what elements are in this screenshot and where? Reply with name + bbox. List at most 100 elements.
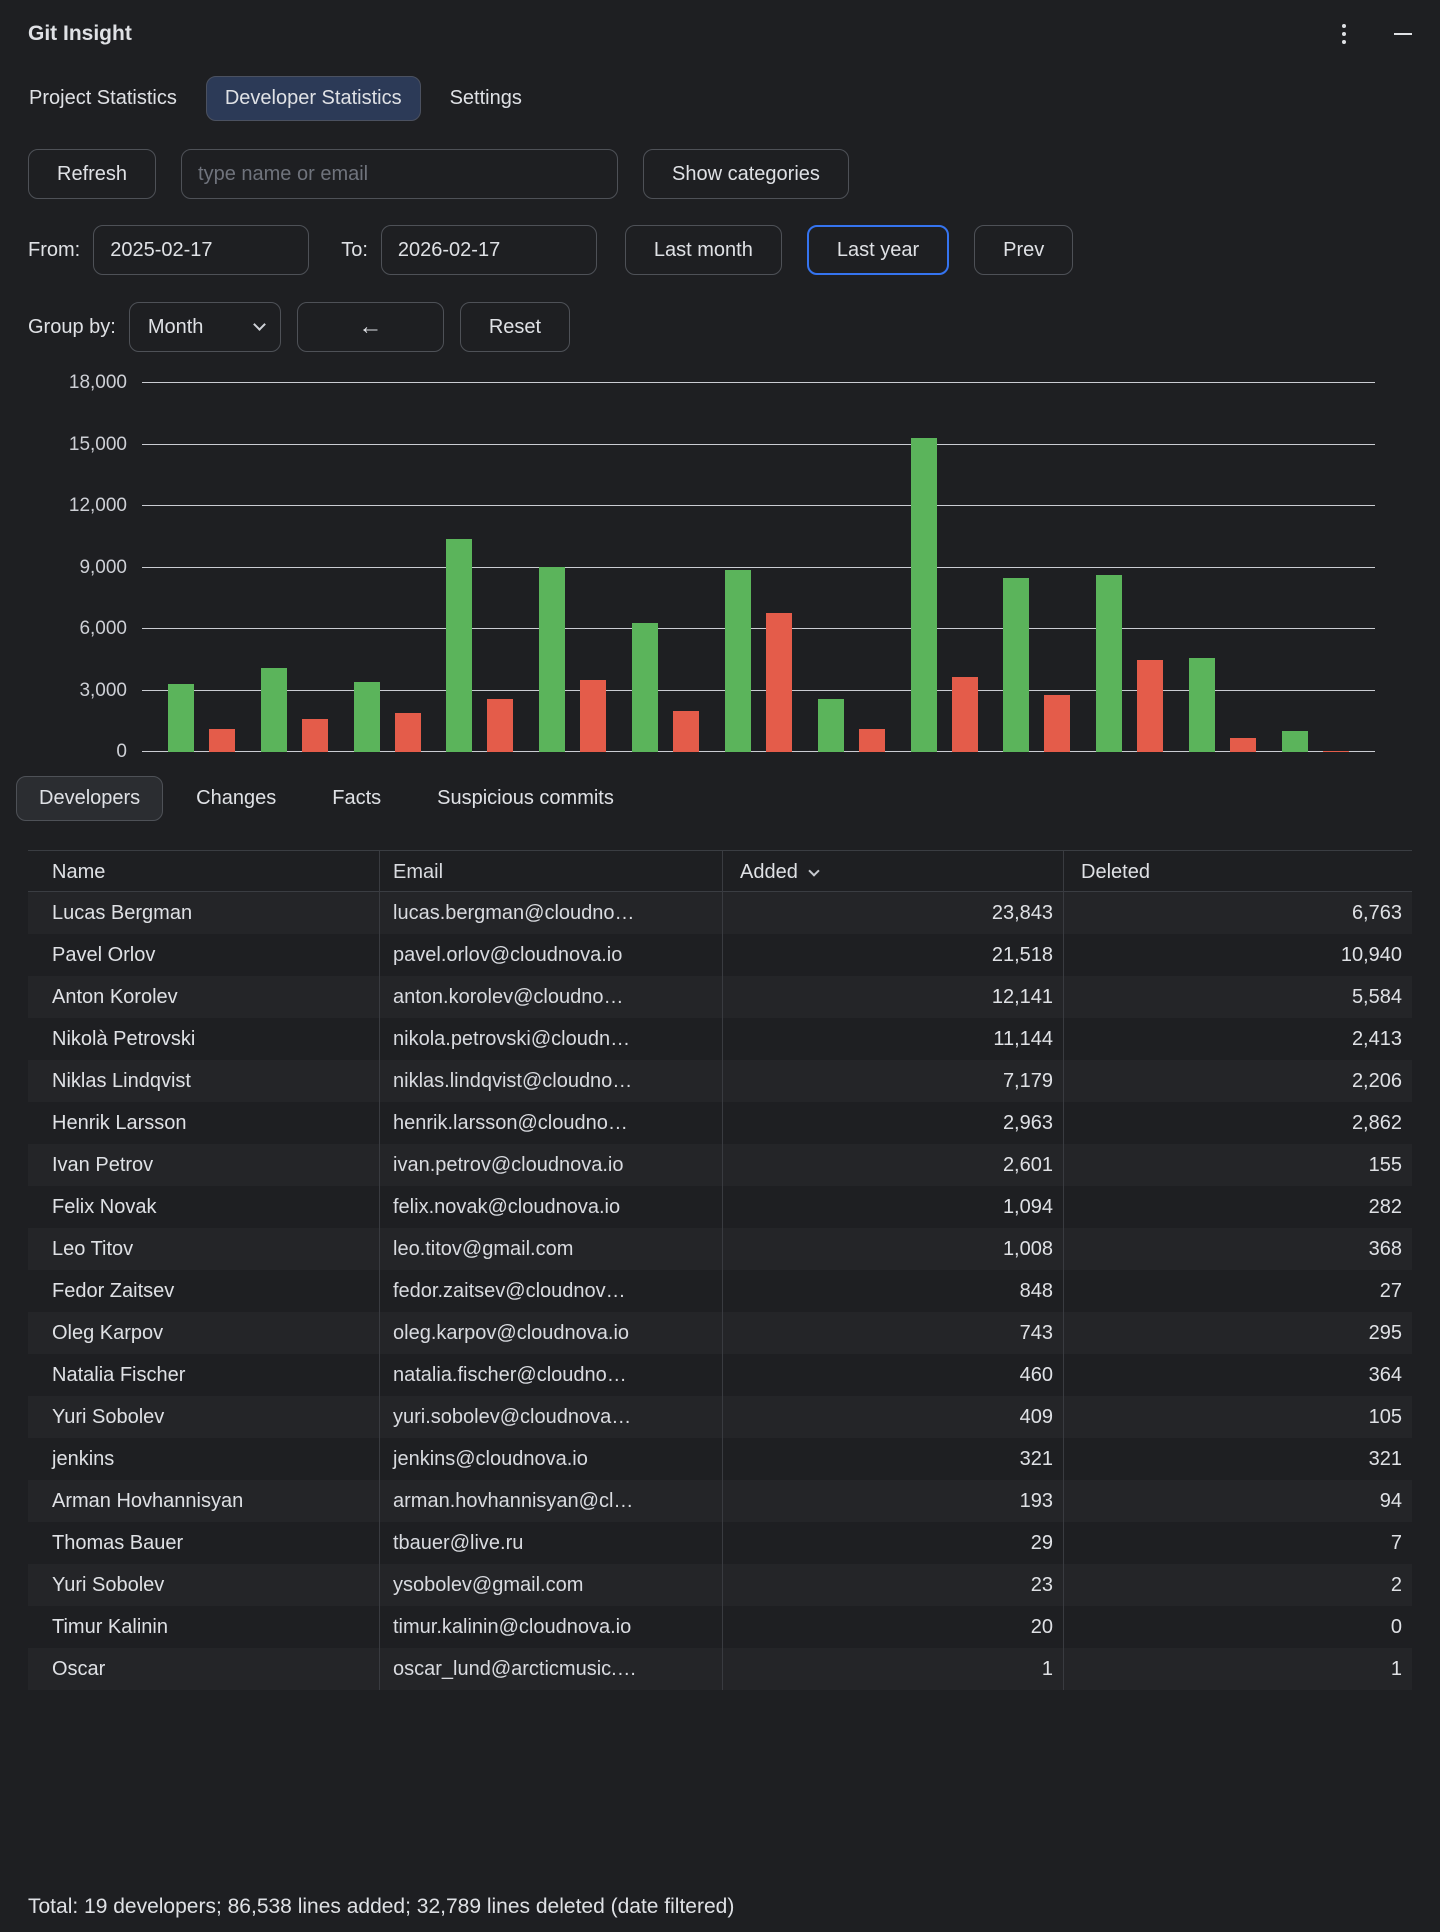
added-bar[interactable]: [1189, 658, 1216, 752]
app-window: Git Insight Project Statistics Developer …: [0, 0, 1440, 1932]
refresh-button[interactable]: Refresh: [28, 149, 157, 199]
added-bar[interactable]: [632, 623, 659, 752]
from-date-input[interactable]: [93, 225, 310, 275]
cell-name: Thomas Bauer: [28, 1522, 380, 1564]
added-bar[interactable]: [910, 438, 937, 752]
cell-name: Nikolà Petrovski: [28, 1018, 380, 1060]
bar-chart: 0 3,000 6,000 9,000 12,000 15,000 18,000: [0, 372, 1440, 762]
cell-email: yuri.sobolev@cloudnova…: [380, 1396, 723, 1438]
bar-group: [1096, 575, 1164, 752]
table-row[interactable]: Thomas Bauer tbauer@live.ru 29 7: [28, 1522, 1412, 1564]
cell-email: leo.titov@gmail.com: [380, 1228, 723, 1270]
view-tab-suspicious-commits[interactable]: Suspicious commits: [414, 776, 637, 821]
kebab-menu-icon[interactable]: [1338, 20, 1350, 48]
bar-group: [817, 699, 885, 752]
cell-deleted: 6,763: [1351, 902, 1402, 924]
table-row[interactable]: Yuri Sobolev ysobolev@gmail.com 23 2: [28, 1564, 1412, 1606]
last-year-button[interactable]: Last year: [806, 225, 950, 275]
cell-email: jenkins@cloudnova.io: [380, 1438, 723, 1480]
table-row[interactable]: Felix Novak felix.novak@cloudnova.io 1,094…: [28, 1186, 1412, 1228]
deleted-bar[interactable]: [673, 711, 700, 752]
table-row[interactable]: Yuri Sobolev yuri.sobolev@cloudnova… 409 10…: [28, 1396, 1412, 1438]
deleted-bar[interactable]: [1322, 751, 1349, 752]
column-header-deleted[interactable]: Deleted: [1064, 851, 1412, 893]
cell-name: Lucas Bergman: [28, 892, 380, 934]
tab-settings[interactable]: Settings: [431, 76, 541, 121]
last-month-button[interactable]: Last month: [624, 225, 782, 275]
added-bar[interactable]: [1281, 731, 1308, 752]
deleted-bar[interactable]: [1137, 660, 1164, 752]
table-row[interactable]: Nikolà Petrovski nikola.petrovski@cloudn……: [28, 1018, 1412, 1060]
cell-deleted: 0: [1390, 1616, 1402, 1638]
deleted-bar[interactable]: [394, 713, 421, 752]
cell-added: 23: [723, 1564, 1064, 1606]
cell-name: Ivan Petrov: [28, 1144, 380, 1186]
added-bar[interactable]: [539, 567, 566, 752]
show-categories-button[interactable]: Show categories: [643, 149, 849, 199]
added-bar[interactable]: [1096, 575, 1123, 752]
added-bar[interactable]: [817, 699, 844, 752]
table-row[interactable]: jenkins jenkins@cloudnova.io 321 321: [28, 1438, 1412, 1480]
view-tab-developers[interactable]: Developers: [16, 775, 164, 821]
search-input[interactable]: [181, 149, 619, 199]
cell-added: 1: [723, 1648, 1064, 1690]
bar-group: [1189, 658, 1257, 752]
tab-developer-statistics[interactable]: Developer Statistics: [205, 75, 421, 121]
cell-added: 848: [723, 1270, 1064, 1312]
table-row[interactable]: Oscar oscar_lund@arcticmusic.… 1 1: [28, 1648, 1412, 1690]
table-row[interactable]: Ivan Petrov ivan.petrov@cloudnova.io 2,601…: [28, 1144, 1412, 1186]
reset-button[interactable]: Reset: [459, 302, 571, 352]
added-bar[interactable]: [167, 684, 194, 752]
view-tab-changes[interactable]: Changes: [173, 776, 299, 821]
column-header-added[interactable]: Added: [723, 851, 1064, 893]
group-by-select[interactable]: Month: [128, 302, 281, 352]
table-row[interactable]: Niklas Lindqvist niklas.lindqvist@cloudno…: [28, 1060, 1412, 1102]
minimize-icon[interactable]: [1394, 33, 1412, 35]
cell-name: Niklas Lindqvist: [28, 1060, 380, 1102]
deleted-bar[interactable]: [765, 613, 792, 752]
deleted-bar[interactable]: [951, 677, 978, 752]
table-body: Lucas Bergman lucas.bergman@cloudno… 23,84…: [28, 892, 1412, 1690]
deleted-bar[interactable]: [208, 729, 235, 752]
table-row[interactable]: Oleg Karpov oleg.karpov@cloudnova.io 743 29…: [28, 1312, 1412, 1354]
back-button[interactable]: ←: [296, 302, 444, 352]
table-row[interactable]: Arman Hovhannisyan arman.hovhannisyan@cl……: [28, 1480, 1412, 1522]
deleted-bar[interactable]: [487, 699, 514, 752]
cell-deleted: 7: [1390, 1532, 1402, 1554]
column-header-name[interactable]: Name: [28, 851, 380, 893]
cell-email: felix.novak@cloudnova.io: [380, 1186, 723, 1228]
tab-project-statistics[interactable]: Project Statistics: [10, 76, 196, 121]
deleted-bar[interactable]: [1044, 695, 1071, 752]
column-header-email[interactable]: Email: [380, 851, 723, 893]
table-row[interactable]: Fedor Zaitsev fedor.zaitsev@cloudnov… 848 2…: [28, 1270, 1412, 1312]
table-row[interactable]: Natalia Fischer natalia.fischer@cloudno… 4…: [28, 1354, 1412, 1396]
y-axis-tick-label: 18,000: [68, 372, 127, 393]
view-tabs: Developers Changes Facts Suspicious commits: [0, 773, 1440, 823]
added-bar[interactable]: [1003, 578, 1030, 752]
bar-group: [260, 668, 328, 752]
table-row[interactable]: Henrik Larsson henrik.larsson@cloudno… 2,9…: [28, 1102, 1412, 1144]
view-tab-facts[interactable]: Facts: [309, 776, 404, 821]
to-date-input[interactable]: [380, 225, 597, 275]
deleted-bar[interactable]: [580, 680, 607, 752]
added-bar[interactable]: [446, 539, 473, 752]
cell-name: Leo Titov: [28, 1228, 380, 1270]
cell-added: 7,179: [723, 1060, 1064, 1102]
table-row[interactable]: Anton Korolev anton.korolev@cloudno… 12,14…: [28, 976, 1412, 1018]
table-row[interactable]: Timur Kalinin timur.kalinin@cloudnova.io 2…: [28, 1606, 1412, 1648]
deleted-bar[interactable]: [858, 729, 885, 752]
deleted-bar[interactable]: [301, 719, 328, 752]
window-controls: [1338, 20, 1412, 48]
added-bar[interactable]: [260, 668, 287, 752]
cell-deleted: 5,584: [1351, 986, 1402, 1008]
added-bar[interactable]: [353, 682, 380, 752]
table-row[interactable]: Pavel Orlov pavel.orlov@cloudnova.io 21,51…: [28, 934, 1412, 976]
table-row[interactable]: Lucas Bergman lucas.bergman@cloudno… 23,84…: [28, 892, 1412, 934]
y-axis-tick-label: 12,000: [68, 495, 127, 516]
y-axis-tick-label: 6,000: [79, 618, 127, 639]
prev-button[interactable]: Prev: [974, 225, 1074, 275]
added-bar[interactable]: [724, 570, 751, 752]
table-row[interactable]: Leo Titov leo.titov@gmail.com 1,008 368: [28, 1228, 1412, 1270]
deleted-bar[interactable]: [1230, 738, 1257, 752]
cell-email: fedor.zaitsev@cloudnov…: [380, 1270, 723, 1312]
